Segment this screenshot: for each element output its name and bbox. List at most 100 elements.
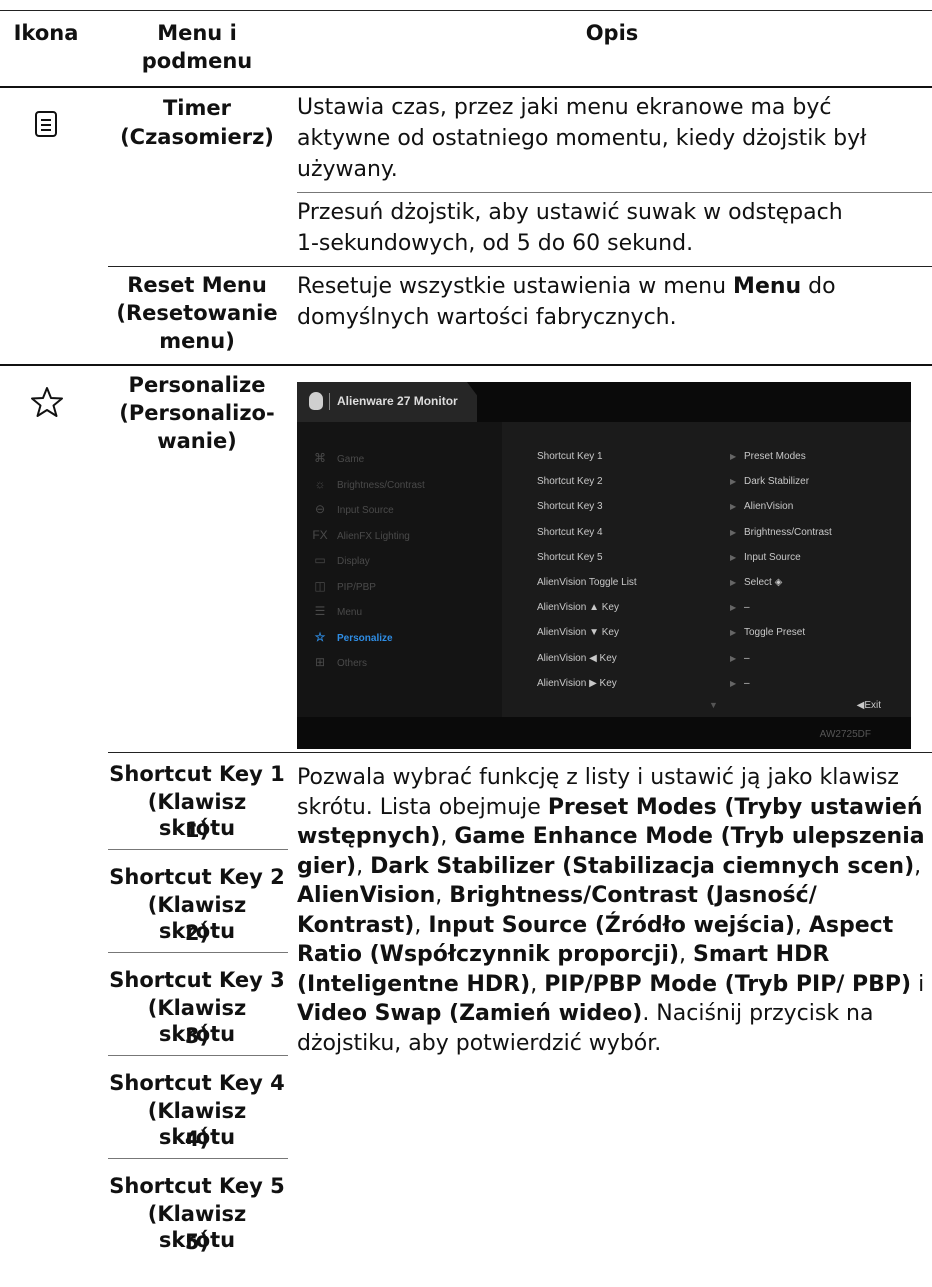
reset-menu-desc-bold-menu: Menu xyxy=(733,274,802,299)
osd-model: AW2725DF xyxy=(819,729,871,740)
reset-row-bottom-rule xyxy=(0,364,932,366)
osd-setting-value: AlienVision xyxy=(744,501,794,513)
shortcut-desc-sep6: , xyxy=(794,912,809,938)
table-top-rule xyxy=(0,10,932,11)
shortcut-key-name-line: 5) xyxy=(184,1230,210,1254)
osd-setting-value: – xyxy=(744,677,750,689)
osd-nav-item[interactable]: ◫ PIP/PBP xyxy=(311,579,376,595)
shortcut-desc-dark-stabilizer: Dark Stabilizer (Stabilizacja ciemnych s… xyxy=(370,853,915,879)
shortcut-desc-input-source: Input Source (Źródło wejścia) xyxy=(428,912,795,938)
osd-nav-label: Others xyxy=(337,658,368,669)
display-icon: ▭ xyxy=(314,553,326,567)
arrow-right-icon: ▶ xyxy=(730,477,737,487)
osd-nav-label: Brightness/Contrast xyxy=(337,479,425,491)
shortcut-desc-pip-pbp: PIP/PBP Mode (Tryb PIP/ PBP) xyxy=(544,971,912,997)
osd-nav-item[interactable]: FX AlienFX Lighting xyxy=(311,528,410,544)
shortcut-desc-sep2: , xyxy=(356,853,371,879)
shortcut-desc-sep8: , xyxy=(530,971,545,997)
timer-desc1-line3: używany. xyxy=(297,157,398,182)
osd-nav-item[interactable]: ⌘ Game xyxy=(311,451,364,467)
reset-menu-name-line3: menu) xyxy=(159,329,235,353)
osd-nav-item[interactable]: ⊖ Input Source xyxy=(311,502,394,518)
osd-setting-value: Preset Modes xyxy=(744,451,806,462)
shortcut-desc-sep1: , xyxy=(440,824,455,849)
osd-setting-value: Input Source xyxy=(744,551,801,563)
shortcut-desc-sep3: , xyxy=(914,853,922,879)
shortcut-desc-sep7: , xyxy=(679,942,694,967)
osd-setting-name[interactable]: Shortcut Key 4 xyxy=(537,527,603,538)
timer-row-bottom-rule xyxy=(108,266,932,267)
reset-menu-name-line2: (Resetowanie xyxy=(116,301,278,325)
osd-setting-name[interactable]: AlienVision ▼ Key xyxy=(537,627,619,638)
shortcut-key-name-line: Shortcut Key 4 xyxy=(109,1071,285,1095)
timer-desc1-line2: aktywne od ostatniego momentu, kiedy dżo… xyxy=(297,126,867,151)
reset-menu-desc-line2: domyślnych wartości fabrycznych. xyxy=(297,305,677,330)
osd-setting-name[interactable]: Shortcut Key 3 xyxy=(537,501,603,512)
osd-exit-label: ◀Exit xyxy=(856,700,881,711)
shortcut-key-name-line: 3) xyxy=(184,1024,210,1048)
reset-menu-desc-part-a: Resetuje wszystkie ustawienia w menu xyxy=(297,274,734,299)
scroll-down-icon: ▼ xyxy=(709,700,718,710)
shortcut-key-name-line: Shortcut Key 2 xyxy=(109,865,285,889)
timer-desc-divider xyxy=(297,192,932,193)
osd-nav-label: Menu xyxy=(337,607,363,618)
personalize-name-line1: Personalize xyxy=(128,373,266,397)
shortcut-key-name-line: 1) xyxy=(184,818,210,842)
others-icon: ⊞ xyxy=(314,655,326,669)
arrow-right-icon: ▶ xyxy=(730,628,737,638)
shortcut-desc-sep9: i xyxy=(911,971,925,997)
arrow-right-icon: ▶ xyxy=(730,653,737,663)
personalize-name-line3: wanie) xyxy=(157,429,237,453)
osd-screenshot: Alienware 27 Monitor ⌘ Game ☼ Brightness/Co… xyxy=(297,382,911,749)
osd-nav-item[interactable]: ⊞ Others xyxy=(311,655,367,671)
header-menu-col-line2: podmenu xyxy=(141,49,253,73)
timer-name-line1: Timer xyxy=(162,96,231,120)
menu-list-icon xyxy=(34,110,58,142)
shortcut-key-divider xyxy=(108,1055,288,1056)
shortcut-desc-text1: Pozwala wybrać funkcję z listy i ustawić… xyxy=(297,765,899,790)
osd-settings-panel xyxy=(502,422,911,717)
arrow-right-icon: ▶ xyxy=(730,527,737,537)
timer-desc2-line2: 1-sekundowych, od 5 do 60 sekund. xyxy=(297,231,694,256)
osd-nav-item[interactable]: ☆ Personalize xyxy=(311,630,393,646)
header-icon-col: Ikona xyxy=(13,21,79,45)
osd-setting-name[interactable]: AlienVision ▲ Key xyxy=(537,602,619,613)
arrow-right-icon: ▶ xyxy=(730,552,737,562)
osd-setting-name[interactable]: Shortcut Key 1 xyxy=(537,451,603,462)
osd-title-separator xyxy=(329,393,330,410)
shortcut-key-divider xyxy=(108,1158,288,1159)
menu-icon: ☰ xyxy=(314,604,326,618)
shortcut-desc: Pozwala wybrać funkcję z listy i ustawić… xyxy=(297,763,932,1058)
osd-setting-name[interactable]: AlienVision Toggle List xyxy=(537,577,637,588)
osd-title: Alienware 27 Monitor xyxy=(337,394,458,408)
header-bottom-rule xyxy=(0,86,932,88)
header-menu-col-line1: Menu i xyxy=(157,21,237,45)
personalize-name-line2: (Personalizo- xyxy=(119,401,275,425)
osd-nav-label: Display xyxy=(337,556,370,567)
shortcut-desc-text2: skrótu. Lista obejmuje xyxy=(297,794,548,820)
alienware-logo-icon xyxy=(309,392,323,410)
brightness-icon: ☼ xyxy=(314,476,326,491)
arrow-right-icon: ▶ xyxy=(730,502,737,512)
osd-nav-item[interactable]: ▭ Display xyxy=(311,553,370,569)
reset-menu-desc-line1: Resetuje wszystkie ustawienia w menu Men… xyxy=(297,272,927,301)
osd-setting-value: – xyxy=(744,602,750,614)
arrow-right-icon: ▶ xyxy=(730,603,737,613)
shortcut-key-name-line: Shortcut Key 1 xyxy=(109,762,285,786)
shortcut-desc-sep5: , xyxy=(414,912,429,938)
osd-nav-item[interactable]: ☼ Brightness/Contrast xyxy=(311,477,425,493)
pip-pbp-icon: ◫ xyxy=(314,578,326,593)
timer-name-line2: (Czasomierz) xyxy=(120,125,274,149)
osd-nav-item[interactable]: ☰ Menu xyxy=(311,604,362,620)
osd-nav-label: Game xyxy=(337,454,365,465)
osd-bottom-bar: AW2725DF xyxy=(297,717,911,749)
shortcut-key-divider xyxy=(108,849,288,850)
osd-setting-name[interactable]: Shortcut Key 2 xyxy=(537,476,603,487)
osd-setting-name[interactable]: AlienVision ◀ Key xyxy=(537,653,617,664)
gamepad-icon: ⌘ xyxy=(314,451,326,465)
osd-nav-label: PIP/PBP xyxy=(337,581,376,593)
shortcut-desc-alienvision: AlienVision xyxy=(297,883,436,908)
shortcut-key-divider xyxy=(108,952,288,953)
osd-setting-name[interactable]: Shortcut Key 5 xyxy=(537,552,603,563)
osd-setting-name[interactable]: AlienVision ▶ Key xyxy=(537,678,617,689)
